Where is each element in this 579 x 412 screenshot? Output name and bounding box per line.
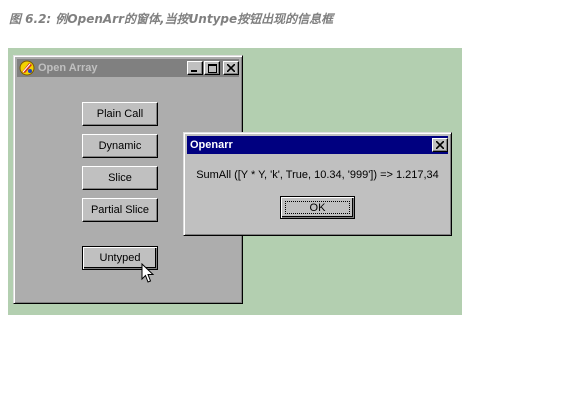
close-icon [436,141,444,149]
partial-slice-button[interactable]: Partial Slice [82,198,158,222]
close-button[interactable] [223,61,239,75]
openarr-title: Openarr [190,139,233,151]
mouse-pointer-icon [141,263,155,283]
dialog-close-button[interactable] [432,138,448,152]
ok-button[interactable]: OK [280,196,355,219]
open-array-titlebar[interactable]: Open Array [17,59,239,77]
figure-caption: 图 6.2: 例OpenArr的窗体,当按Untype按钮出现的信息框 [9,12,334,26]
maximize-icon [207,63,217,73]
maximize-button[interactable] [204,61,220,75]
openarr-message-dialog: Openarr SumAll ([Y * Y, 'k', True, 10.34… [183,132,452,236]
open-array-title: Open Array [38,62,98,74]
minimize-button[interactable] [187,61,203,75]
ok-button-label: OK [285,201,350,214]
minimize-icon [191,70,197,72]
dialog-message: SumAll ([Y * Y, 'k', True, 10.34, '999']… [196,169,439,181]
plain-call-button[interactable]: Plain Call [82,102,158,126]
dynamic-button[interactable]: Dynamic [82,134,158,158]
slice-button[interactable]: Slice [82,166,158,190]
close-icon [227,64,235,72]
delphi-app-icon[interactable] [19,60,35,76]
openarr-titlebar[interactable]: Openarr [187,136,448,154]
